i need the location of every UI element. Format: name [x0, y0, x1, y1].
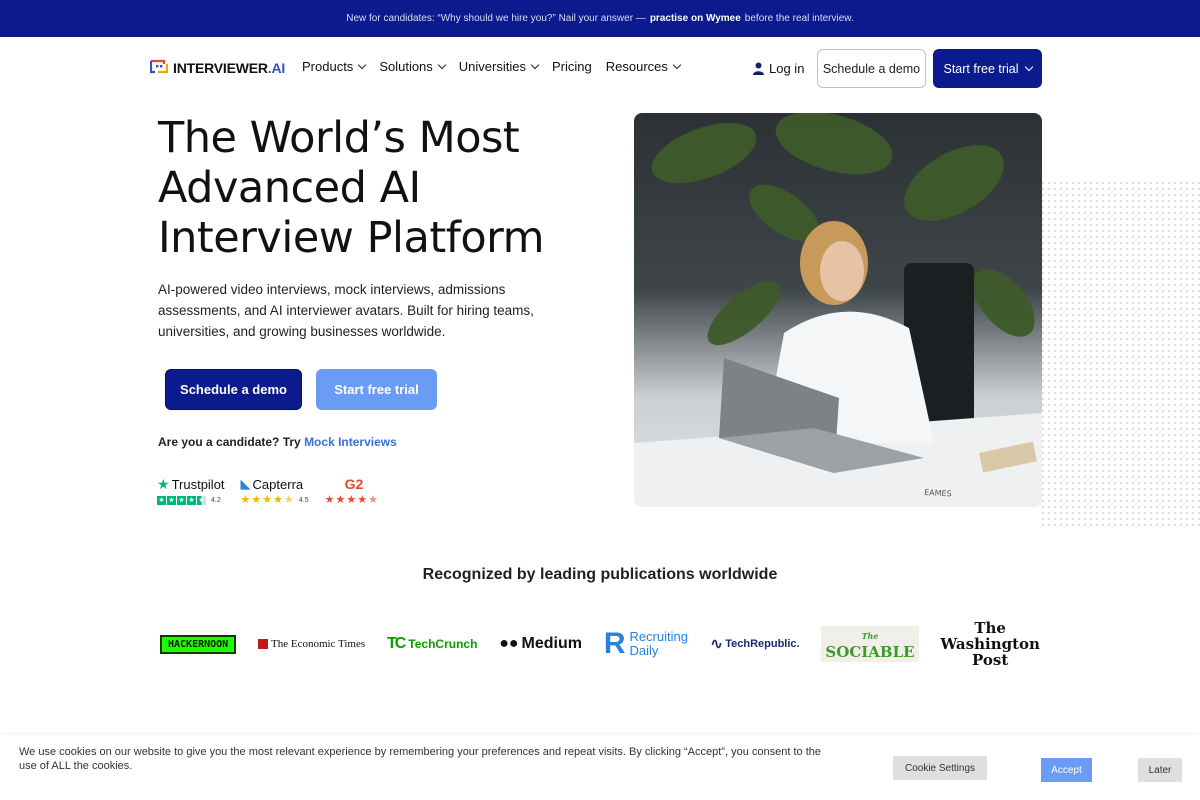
star-icon: ★: [187, 496, 196, 505]
trustpilot-rating[interactable]: ★ Trustpilot ★ ★ ★ ★ ★ 4.2: [157, 476, 225, 505]
cookie-banner: We use cookies on our website to give yo…: [0, 735, 1200, 800]
star-icon: ★: [324, 494, 335, 506]
menu-item-universities[interactable]: Universities: [459, 59, 540, 74]
user-icon: [753, 62, 764, 75]
star-half-icon: ★: [197, 496, 206, 505]
g2-stars: ★ ★ ★ ★ ★: [325, 495, 378, 506]
star-half-icon: ★: [368, 494, 379, 506]
recognition-heading: Recognized by leading publications world…: [422, 566, 778, 583]
medium-logo: ●● Medium: [499, 635, 582, 652]
washington-post-logo: The Washington Post: [940, 619, 1040, 669]
hero-title-line: Interview Platform: [158, 213, 544, 263]
star-icon: ★: [240, 494, 251, 506]
chevron-down-icon: [530, 60, 540, 70]
main-menu: Products Solutions Universities Pricing …: [302, 59, 694, 74]
menu-item-pricing[interactable]: Pricing: [552, 59, 592, 74]
svg-text:EAMES: EAMES: [924, 488, 952, 498]
hero-image: EAMES: [634, 113, 1042, 507]
ratings-row: ★ Trustpilot ★ ★ ★ ★ ★ 4.2 ◣ Capterra ★ ★ ★ ★ ★ 4.…: [157, 476, 378, 506]
economic-times-logo: The Economic Times: [258, 638, 365, 650]
star-icon: ★: [346, 494, 357, 506]
hero-title: The World’s Most Advanced AI Interview P…: [158, 113, 618, 263]
logo-icon: [150, 59, 168, 74]
menu-item-resources[interactable]: Resources: [606, 59, 682, 74]
hero-title-line: Advanced AI: [158, 163, 421, 213]
chevron-down-icon: [1024, 62, 1033, 72]
techcrunch-logo: TC TechCrunch: [386, 635, 478, 652]
hero-title-line: The World’s Most: [158, 113, 520, 163]
capterra-logo-icon: ◣: [240, 476, 251, 491]
chevron-down-icon: [672, 60, 682, 70]
recruiting-daily-logo: R Recruiting Daily: [603, 627, 689, 660]
cookie-settings-button[interactable]: Cookie Settings: [893, 756, 987, 780]
et-mark-icon: [258, 639, 269, 649]
capterra-stars: ★ ★ ★ ★ ★ 4.5: [241, 495, 309, 506]
start-trial-nav-button[interactable]: Start free trial: [933, 49, 1042, 88]
cookie-later-button[interactable]: Later: [1138, 758, 1182, 782]
star-icon: ★: [335, 494, 346, 506]
capterra-score: 4.5: [298, 497, 309, 504]
medium-mark-icon: ●●: [499, 635, 519, 652]
chevron-down-icon: [358, 60, 367, 70]
g2-rating[interactable]: G2 ★ ★ ★ ★ ★: [325, 476, 378, 506]
recruiting-daily-mark-icon: R: [603, 627, 626, 660]
menu-item-solutions[interactable]: Solutions: [379, 59, 447, 74]
top-navigation: INTERVIEWER.AI Products Solutions Univer…: [0, 37, 1200, 99]
menu-item-products[interactable]: Products: [302, 59, 367, 74]
star-icon: ★: [177, 496, 186, 505]
announcement-link[interactable]: practise on Wymee: [650, 13, 741, 24]
the-sociable-logo: The SOCIABLE: [821, 626, 919, 662]
start-trial-nav-label: Start free trial: [943, 61, 1019, 76]
chevron-down-icon: [437, 60, 447, 70]
techrepublic-logo: ∿ TechRepublic.: [709, 636, 800, 653]
hackernoon-logo: HACKERNOON: [160, 634, 237, 654]
login-label: Log in: [769, 61, 805, 76]
logo-text: INTERVIEWER.AI: [173, 59, 286, 76]
logo[interactable]: INTERVIEWER.AI: [150, 59, 285, 76]
star-icon: ★: [251, 494, 262, 506]
star-icon: ★: [273, 494, 284, 506]
trustpilot-star-icon: ★: [157, 476, 170, 492]
login-link[interactable]: Log in: [753, 61, 804, 76]
woman-at-laptop-illustration: EAMES: [634, 113, 1042, 507]
publication-logos: HACKERNOON The Economic Times TC TechCrun…: [160, 614, 1040, 674]
capterra-rating[interactable]: ◣ Capterra ★ ★ ★ ★ ★ 4.5: [241, 476, 309, 506]
hero-subtitle: AI-powered video interviews, mock interv…: [158, 282, 534, 339]
star-icon: ★: [167, 496, 176, 505]
announcement-suffix: before the real interview.: [744, 13, 854, 24]
tc-mark-icon: TC: [386, 635, 406, 652]
star-icon: ★: [357, 494, 368, 506]
decorative-dots: [1040, 180, 1200, 530]
announcement-bar: New for candidates: “Why should we hire …: [0, 0, 1200, 37]
start-trial-button[interactable]: Start free trial: [316, 369, 437, 410]
cookie-accept-button[interactable]: Accept: [1041, 758, 1092, 782]
schedule-demo-button[interactable]: Schedule a demo: [165, 369, 302, 410]
announcement-text: New for candidates: “Why should we hire …: [346, 13, 646, 24]
mock-interviews-link[interactable]: Mock Interviews: [304, 435, 397, 449]
g2-logo-icon: G2: [344, 476, 364, 492]
star-half-icon: ★: [284, 494, 294, 506]
trustpilot-stars: ★ ★ ★ ★ ★ 4.2: [157, 496, 225, 505]
candidate-prompt: Are you a candidate? Try Mock Interviews: [158, 435, 397, 449]
techrepublic-mark-icon: ∿: [709, 636, 724, 653]
trustpilot-score: 4.2: [211, 497, 221, 504]
schedule-demo-nav-button[interactable]: Schedule a demo: [817, 49, 926, 88]
star-icon: ★: [262, 494, 273, 506]
star-icon: ★: [157, 496, 166, 505]
cookie-text: We use cookies on our website to give yo…: [19, 746, 821, 772]
